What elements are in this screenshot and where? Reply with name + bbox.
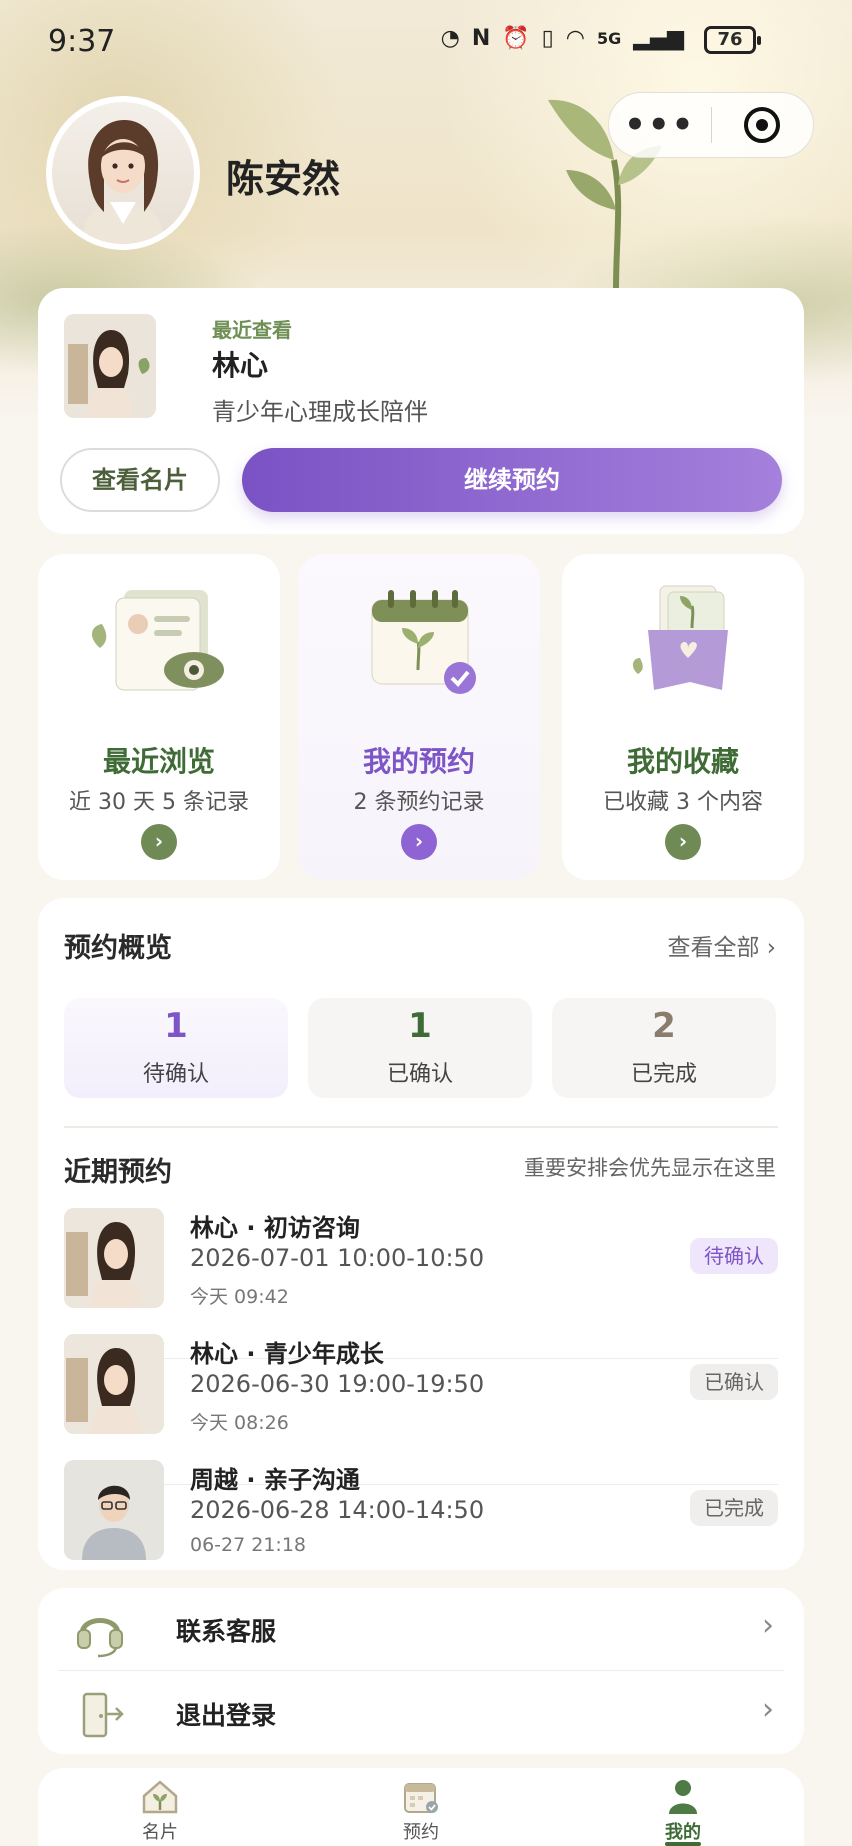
user-name: 陈安然 [226,157,341,201]
status-badge: 待确认 [690,1238,778,1274]
bottom-tab-bar: 名片 预约 我的 [38,1768,804,1846]
more-icon[interactable]: ••• [609,108,711,142]
tile-recent-browse[interactable]: 最近浏览 近 30 天 5 条记录 › [38,554,280,880]
recent-view-card: 最近查看 林心 青少年心理成长陪伴 查看名片 继续预约 [38,288,804,534]
counselor-name: 林心 [212,349,269,382]
recent-bookings-title: 近期预约 [64,1157,172,1188]
nfc-icon: N [471,26,491,51]
booking-overview-card: 预约概览 查看全部 › 1 待确认 1 已确认 2 已完成 近期预约 重要安排会… [38,898,804,1570]
menu-label: 联系客服 [176,1617,277,1646]
booking-title: 周越 · 亲子沟通 [190,1466,360,1494]
tab-label: 我的 [665,1822,701,1843]
tab-label: 预约 [403,1822,439,1843]
favorites-pocket-icon [632,585,728,690]
counselor-thumbnail[interactable] [64,314,156,418]
chevron-right-icon[interactable]: › [141,824,177,860]
headset-icon [77,1618,123,1658]
stat-completed[interactable]: 2 已完成 [552,998,776,1098]
stat-confirmed[interactable]: 1 已确认 [308,998,532,1098]
tab-card[interactable]: 名片 [100,1774,220,1846]
avatar-portrait [82,120,164,244]
counselor-desc: 青少年心理成长陪伴 [212,398,428,426]
view-card-button[interactable]: 查看名片 [60,448,220,512]
view-all-link[interactable]: 查看全部 › [667,928,776,962]
stat-count: 1 [164,1006,188,1046]
overview-title: 预约概览 [64,933,172,964]
booking-created: 06-27 21:18 [190,1534,307,1556]
booking-row[interactable]: 林心 · 初访咨询 2026-07-01 10:00-10:50 今天 09:4… [64,1208,778,1334]
tile-my-favorites[interactable]: 我的收藏 已收藏 3 个内容 › [562,554,804,880]
chevron-right-icon[interactable]: › [665,824,701,860]
stat-label: 待确认 [142,1062,209,1087]
recent-tag: 最近查看 [212,318,292,342]
calendar-icon [371,590,476,694]
booking-row[interactable]: 周越 · 亲子沟通 2026-06-28 14:00-14:50 06-27 2… [64,1460,778,1586]
stat-count: 2 [652,1006,676,1046]
user-avatar[interactable] [46,96,200,250]
battery-icon: 76 [704,26,761,54]
logout-door-icon [82,1692,124,1738]
close-miniprogram-button[interactable] [712,107,814,143]
tile-title: 最近浏览 [102,745,215,778]
booking-created: 今天 09:42 [190,1286,289,1308]
booking-time: 2026-07-01 10:00-10:50 [190,1244,485,1272]
tile-sub: 2 条预约记录 [353,790,485,815]
booking-title: 林心 · 青少年成长 [190,1340,384,1368]
booking-time: 2026-06-28 14:00-14:50 [190,1496,485,1524]
booking-title: 林心 · 初访咨询 [190,1214,360,1242]
signal-icon: ▂▄▆ [633,26,684,51]
tab-label: 名片 [142,1822,178,1843]
person-icon [669,1780,697,1814]
target-icon [744,107,781,143]
stat-count: 1 [408,1006,432,1046]
tile-sub: 已收藏 3 个内容 [603,790,763,815]
vibrate-icon: ▯ [541,26,554,51]
status-badge: 已完成 [690,1490,778,1526]
status-bar: 9:37 ◔ N ⏰ ▯ ◠ 5G ▂▄▆ 76 [0,0,852,80]
stat-pending[interactable]: 1 待确认 [64,998,288,1098]
booking-time: 2026-06-30 19:00-19:50 [190,1370,485,1398]
divider [64,1126,778,1128]
tile-sub: 近 30 天 5 条记录 [69,790,249,815]
stat-label: 已完成 [630,1062,697,1087]
stat-label: 已确认 [386,1062,453,1087]
counselor-photo [64,1334,164,1434]
chevron-right-icon: › [762,1608,774,1643]
status-time: 9:37 [48,24,116,59]
home-sprout-icon [142,1780,178,1814]
counselor-photo [64,1460,164,1560]
wifi-icon: ◠ [565,26,585,51]
profile-card-eye-icon [91,590,224,691]
calendar-check-icon [404,1783,438,1813]
tab-booking[interactable]: 预约 [361,1774,481,1846]
settings-menu: 联系客服 › 退出登录 › [38,1588,804,1754]
tab-mine[interactable]: 我的 [623,1774,743,1846]
tile-title: 我的预约 [362,745,475,778]
tile-my-booking[interactable]: 我的预约 2 条预约记录 › [298,554,540,880]
chevron-right-icon[interactable]: › [401,824,437,860]
alarm-icon: ⏰ [502,26,530,51]
mini-program-capsule: ••• [608,92,814,158]
booking-created: 今天 08:26 [190,1412,289,1434]
recent-bookings-note: 重要安排会优先显示在这里 [524,1156,776,1180]
tile-title: 我的收藏 [626,745,739,778]
speed-icon: ◔ [440,26,460,51]
signal-label: 5G [596,29,622,48]
continue-booking-button[interactable]: 继续预约 [242,448,782,512]
chevron-right-icon: › [762,1692,774,1727]
booking-row[interactable]: 林心 · 青少年成长 2026-06-30 19:00-19:50 今天 08:… [64,1334,778,1460]
status-badge: 已确认 [690,1364,778,1400]
logout-item[interactable]: 退出登录 › [58,1672,784,1754]
counselor-photo [64,1208,164,1308]
menu-label: 退出登录 [176,1701,277,1730]
contact-service-item[interactable]: 联系客服 › [58,1588,784,1670]
